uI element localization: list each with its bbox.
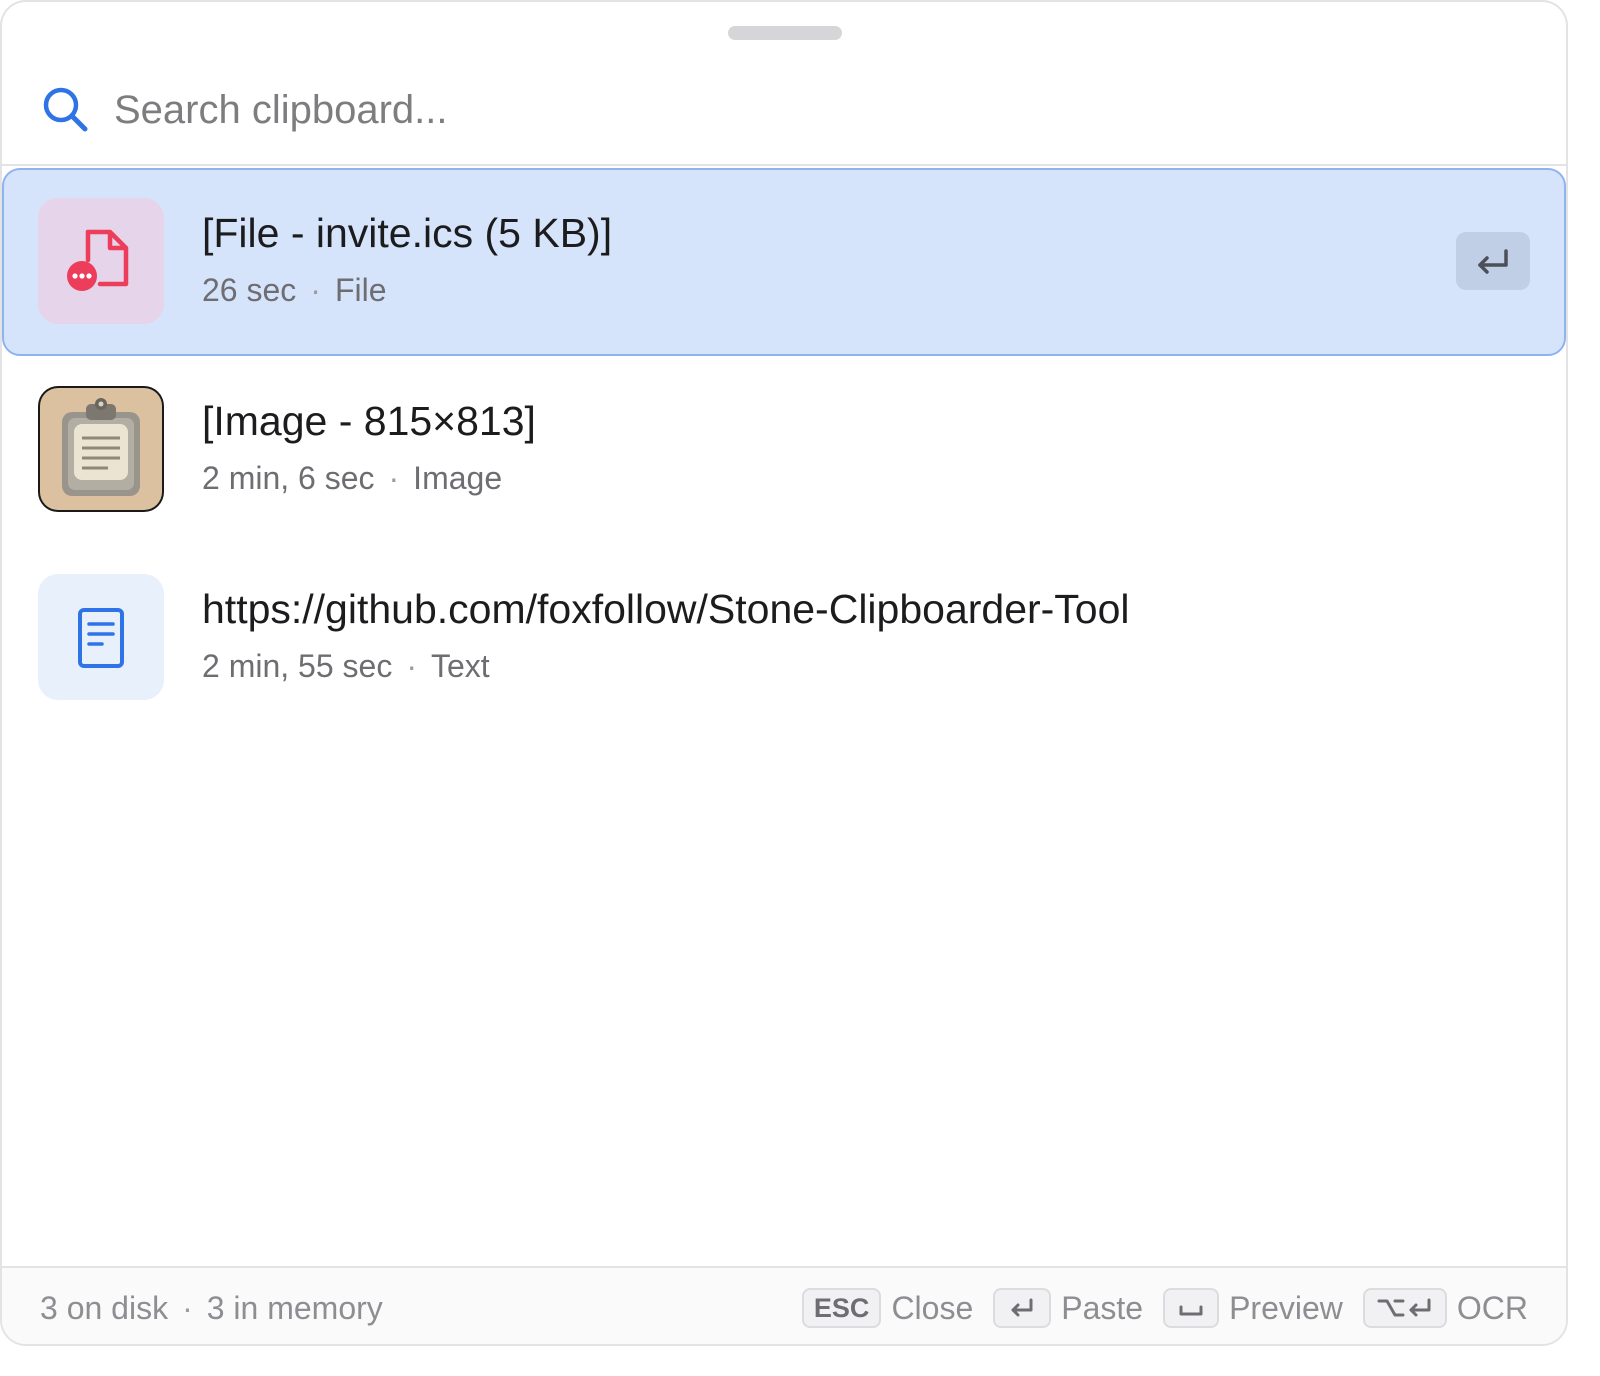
item-title: https://github.com/foxfollow/Stone-Clipb… — [202, 586, 1130, 632]
list-item[interactable]: https://github.com/foxfollow/Stone-Clipb… — [2, 544, 1566, 732]
item-age: 2 min, 6 sec — [202, 460, 375, 496]
meta-separator: · — [310, 272, 321, 308]
search-bar — [2, 62, 1566, 162]
ocr-label: OCR — [1456, 1289, 1528, 1326]
keyboard-shortcuts: ESC Close Paste Preview OCR — [801, 1286, 1528, 1330]
space-icon — [1179, 1305, 1203, 1316]
enter-key[interactable] — [993, 1288, 1052, 1328]
clipboard-list: [File - invite.ics (5 KB)] 26 sec · File — [2, 168, 1566, 732]
esc-key[interactable]: ESC — [801, 1288, 882, 1328]
list-item[interactable]: [File - invite.ics (5 KB)] 26 sec · File — [2, 168, 1566, 356]
option-enter-icon — [1377, 1298, 1431, 1317]
option-enter-key[interactable] — [1362, 1288, 1447, 1328]
storage-stats: 3 on disk · 3 in memory — [40, 1290, 383, 1327]
item-meta: 26 sec · File — [202, 272, 387, 309]
clipboard-window: [File - invite.ics (5 KB)] 26 sec · File — [0, 0, 1568, 1346]
drag-handle[interactable] — [728, 26, 842, 40]
stats-separator: · — [182, 1290, 193, 1326]
item-kind: File — [334, 272, 387, 308]
meta-separator: · — [388, 460, 400, 496]
enter-icon — [1011, 1298, 1033, 1317]
list-item[interactable]: [Image - 815×813] 2 min, 6 sec · Image — [2, 356, 1566, 544]
space-key[interactable] — [1163, 1288, 1220, 1328]
item-age: 2 min, 55 sec — [202, 648, 393, 684]
item-kind: Image — [413, 460, 503, 496]
esc-key-label: ESC — [813, 1292, 870, 1323]
enter-icon — [1478, 249, 1508, 274]
item-title: [File - invite.ics (5 KB)] — [202, 210, 613, 256]
item-kind: Text — [430, 648, 490, 684]
meta-separator: · — [406, 648, 417, 684]
status-bar: 3 on disk · 3 in memory ESC Close Paste Pr… — [2, 1268, 1566, 1344]
divider — [2, 164, 1566, 166]
paste-label: Paste — [1061, 1289, 1144, 1326]
file-icon — [38, 198, 164, 324]
preview-label: Preview — [1229, 1289, 1343, 1326]
in-memory-count: 3 in memory — [206, 1290, 383, 1326]
item-meta: 2 min, 6 sec · Image — [202, 460, 502, 497]
paste-enter-button[interactable] — [1456, 232, 1530, 290]
close-label: Close — [891, 1289, 974, 1326]
item-title: [Image - 815×813] — [202, 398, 536, 444]
item-age: 26 sec — [202, 272, 297, 308]
search-input[interactable] — [114, 80, 1414, 140]
on-disk-count: 3 on disk — [40, 1290, 169, 1326]
item-meta: 2 min, 55 sec · Text — [202, 648, 490, 685]
clipboard-image-thumbnail — [38, 386, 164, 512]
search-icon — [43, 87, 88, 132]
document-text-icon — [38, 574, 164, 700]
